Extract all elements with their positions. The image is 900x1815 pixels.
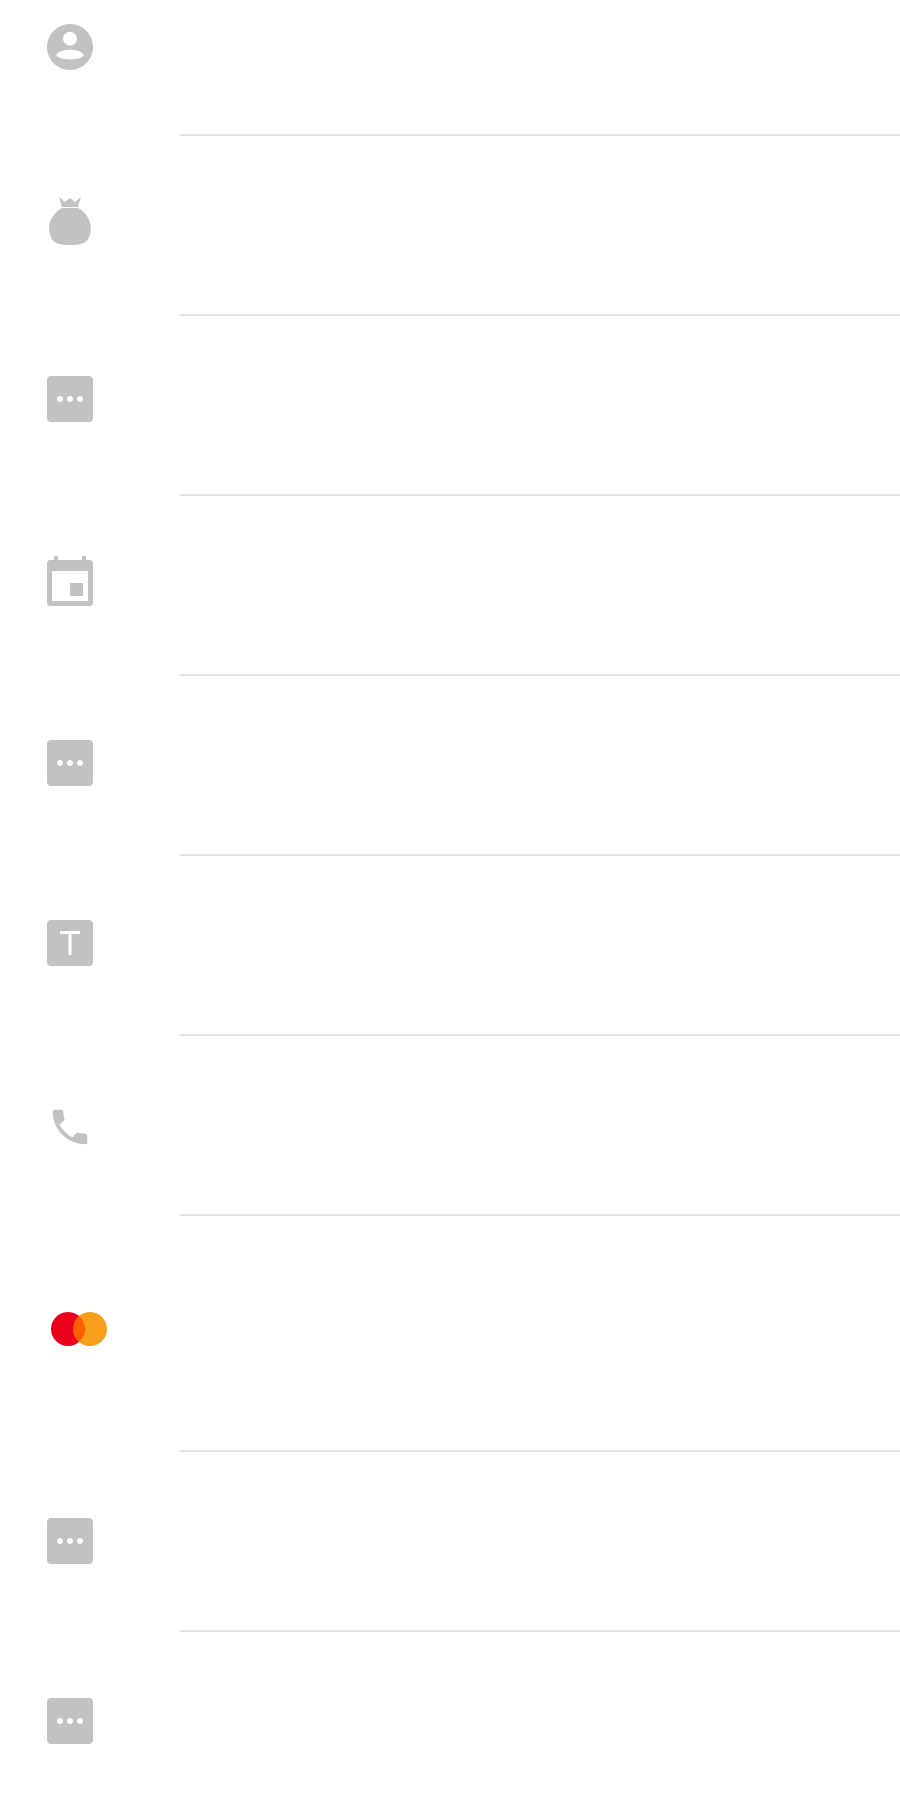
list-item-text[interactable]	[0, 856, 900, 1034]
list-item-date[interactable]	[0, 496, 900, 674]
phone-icon	[47, 1104, 93, 1150]
list-item-account[interactable]	[0, 0, 900, 134]
list-item-card[interactable]	[0, 1216, 900, 1450]
details-list	[0, 0, 900, 1815]
list-item-more-2[interactable]	[0, 676, 900, 854]
list-item-more-3[interactable]	[0, 1452, 900, 1630]
list-item-more-1[interactable]	[0, 316, 900, 494]
more-box-icon	[47, 1698, 93, 1744]
more-box-icon	[47, 376, 93, 422]
account-circle-icon	[47, 24, 93, 70]
list-item-amount[interactable]	[0, 136, 900, 314]
mastercard-icon	[50, 1309, 110, 1349]
more-box-icon	[47, 1518, 93, 1564]
calendar-icon	[47, 556, 93, 606]
more-box-icon	[47, 740, 93, 786]
list-item-phone[interactable]	[0, 1036, 900, 1214]
money-bag-icon	[47, 197, 93, 245]
list-item-more-4[interactable]	[0, 1632, 900, 1815]
text-t-icon	[47, 920, 93, 966]
